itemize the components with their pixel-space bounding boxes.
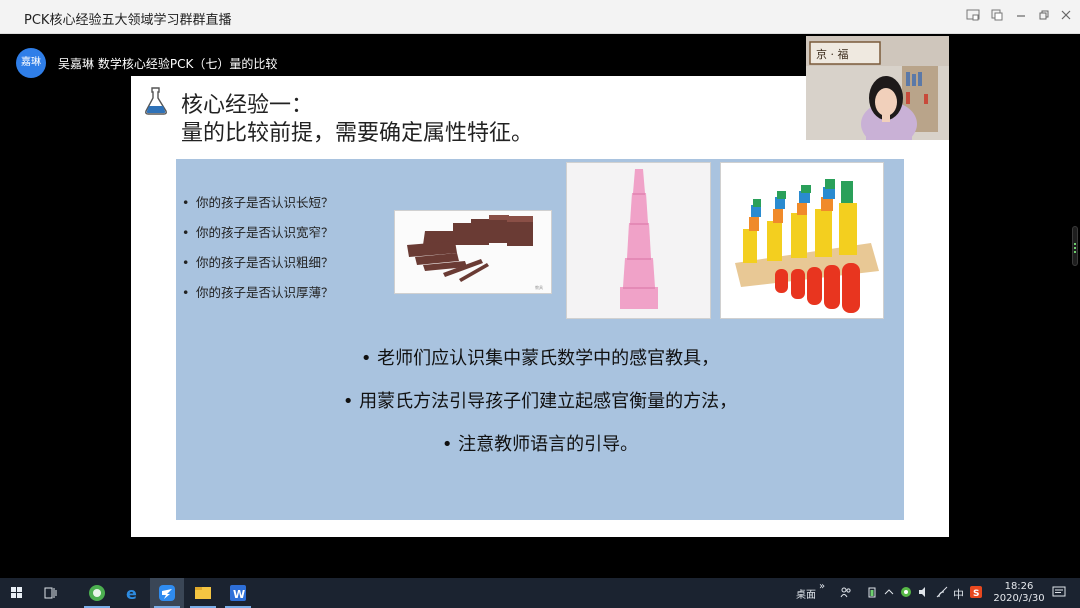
desktop-toolbar-label[interactable]: 桌面 bbox=[796, 586, 816, 601]
presenter-avatar[interactable]: 嘉琳 bbox=[16, 48, 46, 78]
battery-icon[interactable] bbox=[868, 586, 876, 601]
slide-heading-line1: 核心经验一： bbox=[181, 93, 314, 118]
presentation-topic: 数学核心经验PCK（七）量的比较 bbox=[97, 57, 278, 71]
list-item: • 你的孩子是否认识长短？ bbox=[182, 195, 334, 210]
network-icon[interactable] bbox=[936, 586, 948, 601]
svg-text:S: S bbox=[973, 589, 979, 598]
show-hidden-icons[interactable] bbox=[884, 586, 894, 601]
notification-center-icon[interactable] bbox=[1052, 586, 1066, 602]
cylinder-blocks-photo bbox=[720, 162, 884, 319]
window-title: PCK核心经验五大领域学习群群直播 bbox=[24, 13, 232, 28]
start-button[interactable] bbox=[0, 578, 34, 608]
key-points: • 老师们应认识集中蒙氏数学中的感官教具， • 用蒙氏方法引导孩子们建立起感官衡… bbox=[176, 345, 904, 474]
picture-in-picture-icon[interactable] bbox=[988, 8, 1006, 26]
question-list: • 你的孩子是否认识长短？ • 你的孩子是否认识宽窄？ • 你的孩子是否认识粗细？ •… bbox=[182, 193, 334, 313]
edge-browser-icon[interactable]: e bbox=[116, 578, 150, 608]
file-explorer-icon[interactable] bbox=[186, 578, 220, 608]
wps-writer-icon[interactable]: W bbox=[221, 578, 255, 608]
task-view-icon[interactable] bbox=[34, 578, 68, 608]
key-point-1: • 老师们应认识集中蒙氏数学中的感官教具， bbox=[360, 348, 720, 369]
presenter-webcam[interactable]: 京 · 福 bbox=[806, 36, 949, 140]
input-method-indicator[interactable]: 中 bbox=[953, 586, 964, 602]
brown-stair-photo: 教具 bbox=[394, 210, 552, 294]
sogou-input-icon[interactable]: S bbox=[970, 586, 982, 601]
dingtalk-icon[interactable] bbox=[150, 578, 184, 608]
taskbar: e W 桌面 » 中 S 18:26 2020/3/30 bbox=[0, 578, 1080, 608]
pink-tower-photo bbox=[566, 162, 711, 319]
content-panel: • 你的孩子是否认识长短？ • 你的孩子是否认识宽窄？ • 你的孩子是否认识粗细？ •… bbox=[176, 159, 904, 520]
browser-360-icon[interactable] bbox=[80, 578, 114, 608]
volume-icon[interactable] bbox=[918, 586, 930, 601]
title-bar: PCK核心经验五大领域学习群群直播 bbox=[0, 0, 1080, 34]
close-icon[interactable] bbox=[1057, 8, 1075, 26]
restore-icon[interactable] bbox=[1035, 8, 1053, 26]
svg-text:教具: 教具 bbox=[535, 284, 543, 290]
clock-date: 2020/3/30 bbox=[993, 593, 1045, 604]
list-item: • 你的孩子是否认识宽窄？ bbox=[182, 225, 334, 240]
presenter-label: 吴嘉琳 数学核心经验PCK（七）量的比较 bbox=[58, 55, 277, 72]
toolbar-expand-icon[interactable]: » bbox=[819, 581, 825, 592]
list-item: • 你的孩子是否认识厚薄？ bbox=[182, 285, 334, 300]
slide-heading-line2: 量的比较前提，需要确定属性特征。 bbox=[181, 121, 534, 146]
svg-text:京 · 福: 京 · 福 bbox=[816, 47, 849, 61]
people-icon[interactable] bbox=[840, 586, 852, 601]
side-scroll-handle[interactable] bbox=[1072, 226, 1078, 266]
security-shield-icon[interactable] bbox=[900, 586, 912, 601]
minimize-icon[interactable] bbox=[1012, 8, 1030, 26]
presenter-name: 吴嘉琳 bbox=[58, 57, 95, 71]
key-point-3: • 注意教师语言的引导。 bbox=[441, 434, 639, 455]
svg-text:e: e bbox=[126, 584, 137, 603]
slide-heading: 核心经验一： 量的比较前提，需要确定属性特征。 bbox=[181, 92, 533, 148]
presentation-slide: 核心经验一： 量的比较前提，需要确定属性特征。 • 你的孩子是否认识长短？ • 你的… bbox=[131, 76, 949, 537]
flask-icon bbox=[145, 87, 167, 115]
system-clock[interactable]: 18:26 2020/3/30 bbox=[993, 581, 1045, 605]
clock-time: 18:26 bbox=[1004, 581, 1034, 592]
svg-text:W: W bbox=[233, 588, 245, 601]
screen-share-icon[interactable] bbox=[964, 8, 982, 26]
key-point-2: • 用蒙氏方法引导孩子们建立起感官衡量的方法， bbox=[342, 391, 738, 412]
meeting-window: { "window": { "title": "PCK核心经验五大领域学习群群直… bbox=[0, 0, 1080, 608]
list-item: • 你的孩子是否认识粗细？ bbox=[182, 255, 334, 270]
